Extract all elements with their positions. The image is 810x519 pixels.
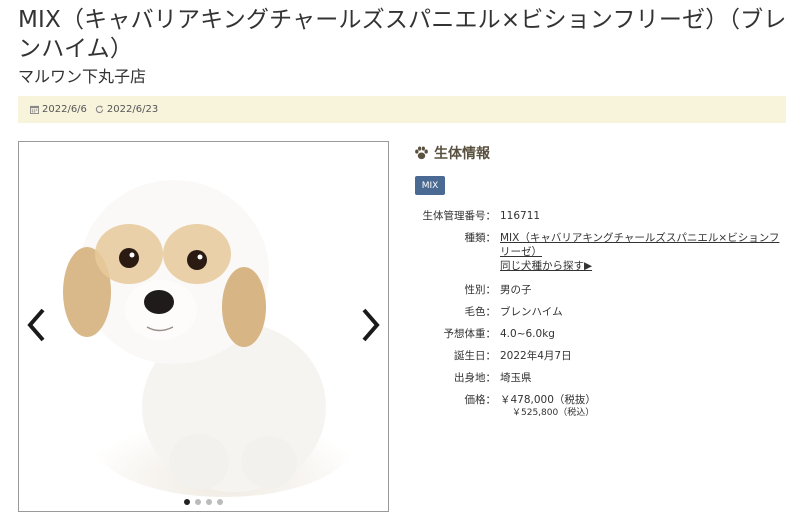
spec-value: 2022年4月7日	[500, 350, 572, 362]
date-bar: 2022/6/6 2022/6/23	[18, 96, 786, 123]
spec-label: 出身地：	[454, 372, 496, 384]
breed-link[interactable]: MIX（キャバリアキングチャールズスパニエル×ビションフリーゼ）	[500, 232, 779, 258]
spec-value: 男の子	[500, 284, 532, 296]
chevron-right-icon[interactable]	[360, 307, 382, 343]
price-incl-tax: ￥525,800（税込）	[512, 408, 595, 418]
spec-value: ￥478,000（税抜） ￥525,800（税込）	[500, 393, 785, 419]
spec-label: 予想体重：	[443, 328, 497, 340]
chevron-left-icon[interactable]	[25, 307, 47, 343]
refresh-icon	[95, 105, 104, 114]
spec-label: 価格：	[464, 394, 497, 406]
calendar-icon	[30, 105, 39, 114]
spec-value: MIX（キャバリアキングチャールズスパニエル×ビションフリーゼ） 同じ犬種から探…	[500, 231, 785, 273]
breed-badge[interactable]: MIX	[415, 176, 445, 195]
page-title: MIX（キャバリアキングチャールズスパニエル×ビションフリーゼ）（ブレンハイム）	[18, 7, 787, 62]
slide-dot[interactable]	[217, 499, 223, 505]
spec-label: 誕生日：	[454, 350, 496, 362]
spec-label: 種類：	[464, 232, 497, 244]
published-date: 2022/6/6	[30, 104, 87, 115]
published-date-text: 2022/6/6	[42, 104, 87, 115]
slide-dots	[19, 499, 388, 505]
slide-dot[interactable]	[184, 499, 190, 505]
spec-value: 埼玉県	[500, 372, 532, 384]
spec-label: 毛色：	[464, 306, 497, 318]
photo-gallery[interactable]	[18, 141, 389, 512]
spec-value: 4.0~6.0kg	[500, 328, 555, 340]
updated-date: 2022/6/23	[95, 104, 158, 115]
price-excl-tax: ￥478,000（税抜）	[500, 394, 596, 406]
paw-icon	[415, 146, 428, 160]
shop-name: マルワン下丸子店	[18, 67, 147, 86]
spec-label: 生体管理番号：	[422, 210, 497, 222]
info-heading: 生体情報	[414, 143, 490, 163]
spec-value: 116711	[500, 210, 541, 222]
info-heading-text: 生体情報	[434, 146, 490, 162]
spec-label: 性別：	[464, 284, 497, 296]
puppy-photo	[19, 142, 388, 511]
slide-dot[interactable]	[195, 499, 201, 505]
spec-value: ブレンハイム	[500, 306, 563, 318]
slide-dot[interactable]	[206, 499, 212, 505]
same-breed-link[interactable]: 同じ犬種から探す▶	[500, 260, 592, 272]
updated-date-text: 2022/6/23	[106, 104, 159, 115]
